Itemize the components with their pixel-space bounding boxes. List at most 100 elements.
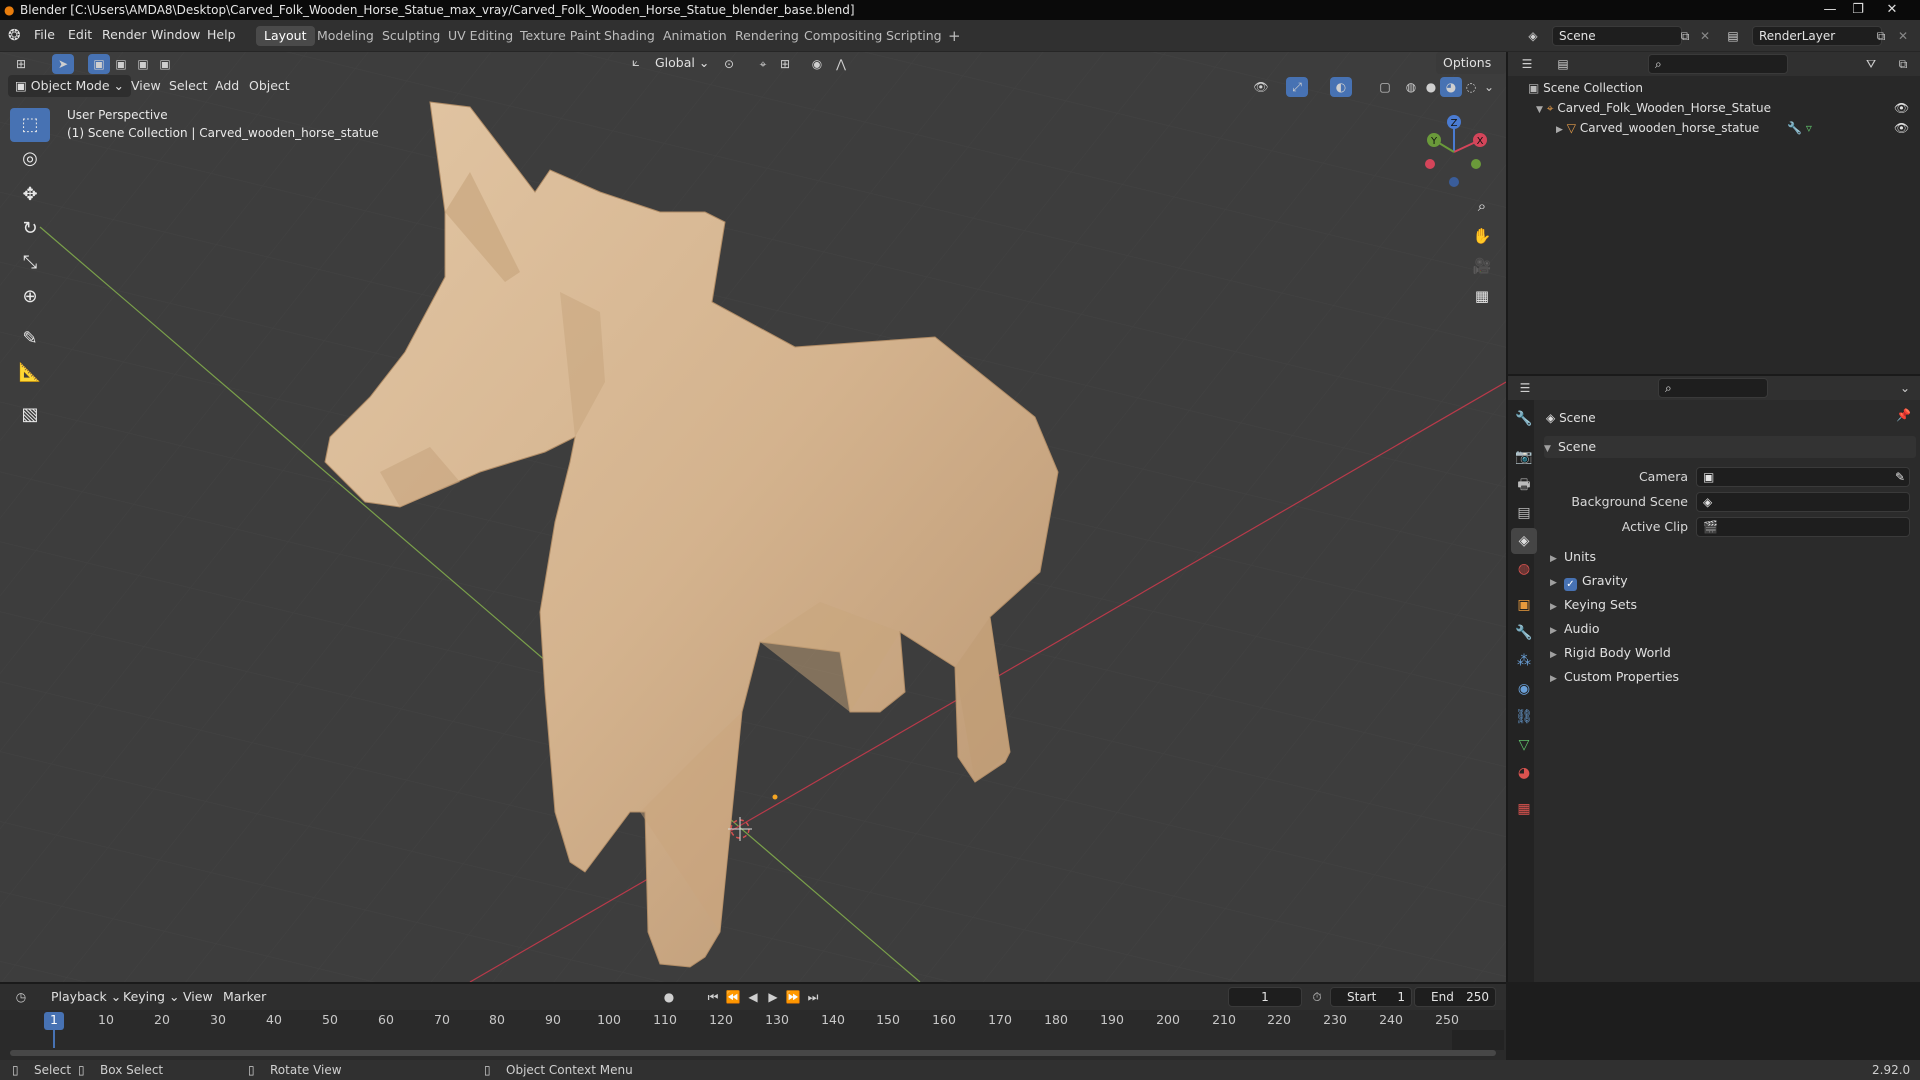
tab-modeling[interactable]: Modeling xyxy=(309,26,382,46)
panel-header-scene[interactable]: ▼ Scene xyxy=(1544,436,1916,458)
vertical-area-separator[interactable] xyxy=(1506,52,1508,982)
panel-units[interactable]: ▶ Units xyxy=(1550,546,1596,568)
outliner-item[interactable]: ▼ ⌖ Carved_Folk_Wooden_Horse_Statue 👁 xyxy=(1536,98,1916,118)
pivot-point-icon[interactable]: ⊙ xyxy=(718,54,740,74)
tab-particles[interactable]: ⁂ xyxy=(1511,648,1537,674)
outliner-item[interactable]: ▶ ▽ Carved_wooden_horse_statue 🔧 ▿ 👁 xyxy=(1556,118,1916,138)
tab-scene[interactable]: ◈ xyxy=(1511,528,1537,554)
panel-custom-properties[interactable]: ▶ Custom Properties xyxy=(1550,666,1679,688)
snap-target-icon[interactable]: ⊞ xyxy=(774,54,796,74)
navigation-gizmo[interactable]: Z X Y xyxy=(1414,112,1494,192)
visibility-eye-icon[interactable]: 👁 xyxy=(1894,98,1909,118)
timeline-separator[interactable] xyxy=(0,982,1506,984)
next-keyframe-icon[interactable]: ⏩ xyxy=(782,987,804,1007)
visibility-eye-icon[interactable]: 👁 xyxy=(1894,118,1909,138)
eyedropper-icon[interactable]: ✎ xyxy=(1895,468,1905,486)
tool-scale[interactable]: ⤡ xyxy=(10,246,50,280)
tab-render[interactable]: 📷 xyxy=(1511,444,1537,470)
menu-select[interactable]: Select xyxy=(162,75,215,97)
camera-field[interactable]: ▣ ✎ xyxy=(1696,467,1910,487)
properties-options-icon[interactable]: ⌄ xyxy=(1894,378,1916,398)
remove-view-layer-icon[interactable]: ✕ xyxy=(1892,26,1914,46)
editor-type-icon[interactable]: ⊞ xyxy=(10,54,32,74)
panel-rigid-body-world[interactable]: ▶ Rigid Body World xyxy=(1550,642,1671,664)
menu-file[interactable]: File xyxy=(34,27,55,43)
snap-icon[interactable]: ⌖ xyxy=(752,54,774,74)
scene-selector-icon[interactable]: ◈ xyxy=(1522,26,1544,46)
overlay-toggle-icon[interactable]: ◐ xyxy=(1330,77,1352,97)
tool-annotate[interactable]: ✎ xyxy=(10,322,50,356)
tab-rendering[interactable]: Rendering xyxy=(727,26,807,46)
clock-icon[interactable]: ⏱ xyxy=(1306,987,1328,1007)
maximize-button[interactable]: ❐ xyxy=(1846,0,1870,20)
tab-animation[interactable]: Animation xyxy=(655,26,735,46)
3d-viewport[interactable]: ⊞ ➤ ▣ ▣ ▣ ▣ ⟀ Global ⌄ ⊙ ⌖ ⊞ ◉ ⋀ Options… xyxy=(0,52,1506,982)
material-shading-icon[interactable]: ◕ xyxy=(1440,77,1462,97)
tool-cursor[interactable]: ◎ xyxy=(10,142,50,176)
properties-search-input[interactable]: ⌕ xyxy=(1658,378,1768,398)
tab-modifiers[interactable]: 🔧 xyxy=(1511,620,1537,646)
play-reverse-icon[interactable]: ◀ xyxy=(742,987,764,1007)
solid-shading-icon[interactable]: ● xyxy=(1420,77,1442,97)
tool-rotate[interactable]: ↻ xyxy=(10,212,50,246)
menu-render[interactable]: Render xyxy=(102,27,147,43)
menu-help[interactable]: Help xyxy=(207,27,236,43)
background-scene-field[interactable]: ◈ xyxy=(1696,492,1910,512)
remove-scene-icon[interactable]: ✕ xyxy=(1694,26,1716,46)
tool-transform[interactable]: ⊕ xyxy=(10,280,50,314)
menu-object[interactable]: Object xyxy=(242,75,297,97)
close-button[interactable]: ✕ xyxy=(1880,0,1904,20)
pan-hand-icon[interactable]: ✋ xyxy=(1468,222,1496,250)
tab-uv-editing[interactable]: UV Editing xyxy=(440,26,521,46)
panel-audio[interactable]: ▶ Audio xyxy=(1550,618,1600,640)
filter-icon[interactable]: ⛛ xyxy=(1860,54,1882,74)
select-invert-icon[interactable]: ▣ xyxy=(154,54,176,74)
tool-select-box[interactable]: ⬚ xyxy=(10,108,50,142)
start-frame-field[interactable]: Start 1 xyxy=(1330,987,1412,1007)
xray-icon[interactable]: ▢ xyxy=(1374,77,1396,97)
display-mode-icon[interactable]: ▤ xyxy=(1552,54,1574,74)
new-collection-icon[interactable]: ⧉ xyxy=(1892,54,1914,74)
tab-object[interactable]: ▣ xyxy=(1511,592,1537,618)
outliner-search-input[interactable]: ⌕ xyxy=(1648,54,1788,74)
tab-texture-paint[interactable]: Texture Paint xyxy=(512,26,609,46)
tab-output[interactable]: 🖶 xyxy=(1511,472,1537,498)
select-extend-icon[interactable]: ▣ xyxy=(110,54,132,74)
prev-keyframe-icon[interactable]: ⏪ xyxy=(722,987,744,1007)
tab-scripting[interactable]: Scripting xyxy=(878,26,950,46)
proportional-edit-icon[interactable]: ◉ xyxy=(806,54,828,74)
mode-dropdown[interactable]: ▣ Object Mode ⌄ xyxy=(8,75,131,97)
camera-view-icon[interactable]: 🎥 xyxy=(1468,252,1496,280)
add-workspace-button[interactable]: + xyxy=(940,26,969,46)
select-mode-icon[interactable]: ➤ xyxy=(52,54,74,74)
expand-arrow-icon[interactable]: ▼ xyxy=(1536,105,1543,115)
tab-constraints[interactable]: ⛓ xyxy=(1511,704,1537,730)
tab-shading[interactable]: Shading xyxy=(596,26,663,46)
tab-compositing[interactable]: Compositing xyxy=(796,26,890,46)
tool-move[interactable]: ✥ xyxy=(10,178,50,212)
view-layer-icon[interactable]: ▤ xyxy=(1722,26,1744,46)
tool-measure[interactable]: 📐 xyxy=(10,356,50,390)
scene-name-field[interactable]: Scene xyxy=(1552,26,1682,46)
options-dropdown[interactable]: Options ⌄ xyxy=(1436,52,1506,92)
gravity-checkbox[interactable]: ✓ xyxy=(1564,578,1577,591)
tab-tool[interactable]: 🔧 xyxy=(1511,406,1537,432)
menu-window[interactable]: Window xyxy=(151,27,200,43)
tab-texture[interactable]: ▦ xyxy=(1511,796,1537,822)
horizontal-area-separator[interactable] xyxy=(1508,374,1920,376)
current-frame-field[interactable]: 1 xyxy=(1228,987,1302,1007)
menu-edit[interactable]: Edit xyxy=(68,27,92,43)
blender-menu-icon[interactable]: ❂ xyxy=(8,26,21,44)
falloff-icon[interactable]: ⋀ xyxy=(830,54,852,74)
tool-add-cube[interactable]: ▧ xyxy=(10,398,50,432)
jump-start-icon[interactable]: ⏮ xyxy=(702,987,724,1007)
auto-key-icon[interactable]: ● xyxy=(658,987,680,1007)
jump-end-icon[interactable]: ⏭ xyxy=(802,987,824,1007)
new-view-layer-icon[interactable]: ⧉ xyxy=(1870,26,1892,46)
tab-view-layer[interactable]: ▤ xyxy=(1511,500,1537,526)
visibility-icon[interactable]: 👁 xyxy=(1250,77,1272,97)
tab-world[interactable]: ◍ xyxy=(1511,556,1537,582)
outliner-editor-icon[interactable]: ☰ xyxy=(1516,54,1538,74)
select-subtract-icon[interactable]: ▣ xyxy=(132,54,154,74)
timeline-scrollbar[interactable] xyxy=(10,1050,1496,1056)
